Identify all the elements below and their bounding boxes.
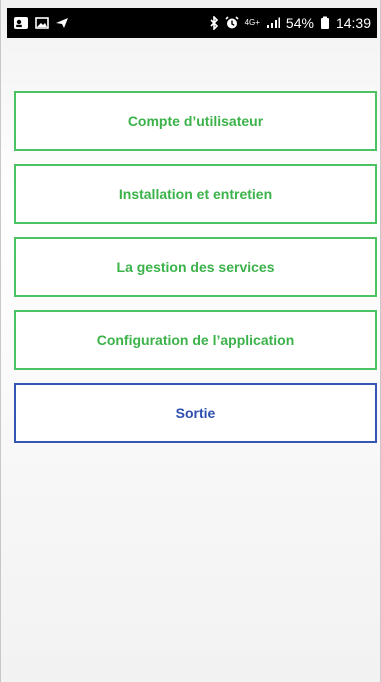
user-account-button[interactable]: Compte d’utilisateur	[14, 91, 377, 151]
gallery-icon	[35, 17, 49, 29]
status-right: 4G+ 54% 14:39	[209, 15, 371, 31]
installation-maintenance-button[interactable]: Installation et entretien	[14, 164, 377, 224]
app-configuration-button[interactable]: Configuration de l’application	[14, 310, 377, 370]
network-type-label: 4G+	[244, 18, 260, 27]
status-bar: 4G+ 54% 14:39	[7, 8, 377, 38]
exit-button[interactable]: Sortie	[14, 383, 377, 443]
battery-icon	[320, 16, 330, 30]
signal-bars-icon	[266, 17, 280, 29]
user-account-label: Compte d’utilisateur	[127, 113, 264, 129]
app-configuration-label: Configuration de l’application	[96, 332, 295, 348]
clock: 14:39	[335, 15, 371, 31]
app-screen: 4G+ 54% 14:39 Compte d’utilisateur Insta…	[0, 0, 381, 682]
battery-percent: 54%	[285, 15, 314, 31]
alarm-icon	[225, 16, 239, 30]
services-management-button[interactable]: La gestion des services	[14, 237, 377, 297]
installation-maintenance-label: Installation et entretien	[118, 186, 273, 202]
send-icon	[55, 17, 69, 29]
bluetooth-icon	[209, 16, 219, 30]
exit-label: Sortie	[175, 405, 216, 421]
services-management-label: La gestion des services	[116, 259, 275, 275]
status-left	[13, 16, 69, 30]
contact-card-icon	[13, 16, 29, 30]
